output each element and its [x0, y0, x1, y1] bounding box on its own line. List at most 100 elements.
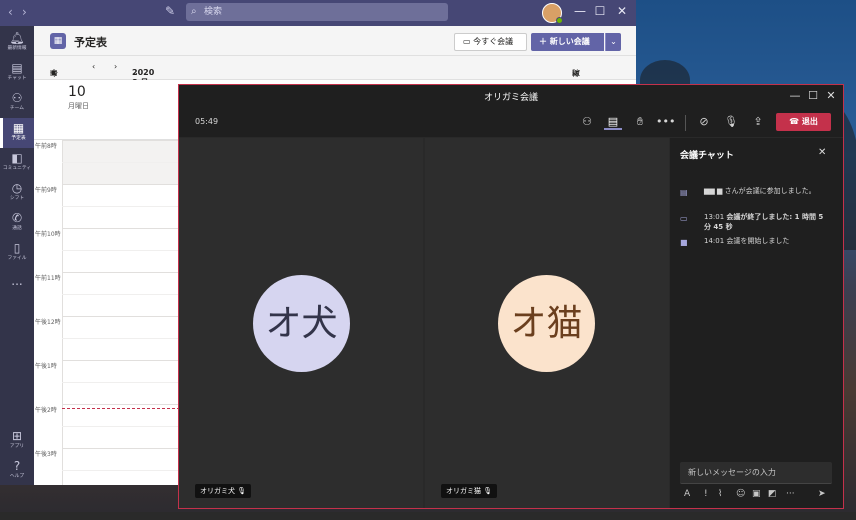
title-bar: ‹ › ✎ ⌕ 検索 — ☐ ✕ [0, 0, 636, 26]
attach-icon[interactable]: ⌇ [718, 489, 722, 499]
close-icon[interactable]: ✕ [818, 147, 826, 158]
minimize-button[interactable]: — [572, 4, 588, 18]
video-end-icon: ▭ [680, 214, 688, 223]
video-icon: ▭ [463, 37, 474, 46]
half-hour-line [62, 382, 180, 383]
compose-icon[interactable]: ✎ [165, 4, 175, 18]
new-meeting-button[interactable]: ＋ 新しい会議 [531, 33, 604, 51]
half-hour-line [62, 250, 180, 251]
back-arrow-icon[interactable]: ‹ [8, 5, 13, 19]
rail-item-help[interactable]: ? ヘルプ [0, 456, 34, 486]
file-icon: ▯ [13, 241, 21, 255]
format-icon[interactable]: A [684, 489, 690, 499]
meeting-window: オリガミ会議 — ☐ ✕ 05:49 ⚇ ▤ ✋︎ ••• ⊘ 🎙︎ ⇪ ☎︎ … [178, 84, 844, 509]
mic-icon: 🎙︎ [237, 487, 247, 495]
meeting-title: オリガミ会議 [483, 93, 538, 103]
participant-avatar: オ猫 [498, 275, 595, 372]
rail-item-activity[interactable]: 🔔︎ 最新情報 [0, 28, 34, 58]
rail-item-shifts[interactable]: ◷ シフト [0, 178, 34, 208]
minimize-button[interactable]: — [787, 89, 803, 102]
page-title: 予定表 [74, 36, 107, 49]
mic-off-icon[interactable]: 🎙︎ [722, 114, 740, 130]
chat-title: 会議チャット [680, 151, 734, 161]
calendar-nav: ▣ 今日 ‹ › 2020 8 月 ⌄ ▤ 稼働日 ⌄ [34, 56, 636, 100]
hour-line [62, 140, 180, 141]
mic-icon: 🎙︎ [483, 487, 493, 495]
chat-toolbar: A ! ⌇ ☺ ▣ ◩ ··· ➤ [680, 489, 832, 503]
send-icon[interactable]: ➤ [818, 489, 826, 499]
chat-event-text: ▆▆ ▆ さんが会議に参加しました。 [704, 187, 816, 195]
rail-item-label: ファイル [7, 255, 27, 261]
share-screen-icon[interactable]: ⇪ [749, 114, 767, 130]
hang-up-icon: ☎︎ [789, 117, 802, 126]
date-number: 10 [68, 84, 86, 100]
rail-item-teams[interactable]: ⚇ チーム [0, 88, 34, 118]
forward-arrow-icon[interactable]: › [22, 5, 27, 19]
chat-event-time: 14:01 [704, 237, 725, 245]
calendar-header: ▦ 予定表 ▭ 今すぐ会議 ＋ 新しい会議 ⌄ [34, 26, 636, 56]
chevron-down-icon: ⌄ [572, 68, 579, 77]
new-meeting-dropdown[interactable]: ⌄ [605, 33, 621, 51]
leave-button[interactable]: ☎︎ 退出 [776, 113, 831, 131]
more-icon[interactable]: ··· [786, 489, 795, 499]
half-hour-line [62, 294, 180, 295]
hour-label: 午前8時 [35, 143, 57, 150]
gif-icon[interactable]: ▣ [752, 489, 761, 499]
new-meeting-label: 新しい会議 [549, 37, 590, 46]
close-button[interactable]: ✕ [614, 4, 630, 18]
participant-tile[interactable]: オ猫 オリガミ猫 🎙︎ [425, 138, 669, 508]
sticker-icon[interactable]: ◩ [768, 489, 777, 499]
rail-item-label: アプリ [9, 443, 25, 449]
avatar[interactable] [542, 3, 563, 24]
rail-item-community[interactable]: ◧ コミュニティ [0, 148, 34, 178]
emoji-icon[interactable]: ☺ [736, 489, 745, 499]
meeting-timer: 05:49 [195, 117, 219, 126]
more-options-icon[interactable]: ••• [656, 114, 675, 130]
hour-line [62, 360, 180, 361]
close-button[interactable]: ✕ [823, 89, 839, 102]
hour-label: 午前10時 [35, 231, 61, 238]
rail-item-calendar[interactable]: ▦ 予定表 [0, 118, 34, 148]
rail-item-files[interactable]: ▯ ファイル [0, 238, 34, 268]
message-input[interactable]: 新しいメッセージの入力 [680, 462, 832, 484]
important-icon[interactable]: ! [704, 489, 708, 499]
maximize-button[interactable]: ☐ [592, 4, 608, 18]
plus-icon: ＋ [539, 37, 550, 46]
half-hour-line [62, 338, 180, 339]
prev-icon[interactable]: ‹ [92, 62, 95, 71]
calendar-icon: ▦ [12, 121, 25, 135]
participant-name: オリガミ猫 [446, 487, 481, 495]
raise-hand-icon[interactable]: ✋︎ [631, 114, 649, 130]
shifts-icon: ◷ [11, 181, 23, 195]
chevron-down-icon: ⌄ [132, 68, 139, 77]
join-icon: ▤ [680, 188, 688, 197]
participant-tile[interactable]: オ犬 オリガミ犬 🎙︎ [179, 138, 423, 508]
rail-item-calls[interactable]: ✆ 通話 [0, 208, 34, 238]
participants-icon[interactable]: ⚇ [578, 114, 596, 130]
current-time-line [62, 408, 180, 409]
hour-line [62, 184, 180, 185]
rail-item-label: チーム [9, 105, 25, 111]
next-icon[interactable]: › [114, 62, 117, 71]
taskbar [0, 512, 856, 520]
presence-badge [556, 17, 563, 24]
chat-icon[interactable]: ▤ [604, 114, 622, 130]
camera-off-icon[interactable]: ⊘ [695, 114, 713, 130]
rail-item-label: コミュニティ [2, 165, 32, 171]
rail-item-label: 最新情報 [7, 45, 27, 51]
meet-now-button[interactable]: ▭ 今すぐ会議 [454, 33, 527, 51]
chat-event-text: 14:01 会議を開始しました [704, 236, 832, 246]
maximize-button[interactable]: ☐ [805, 89, 821, 102]
chat-icon: ▤ [11, 61, 23, 75]
hour-label: 午後2時 [35, 407, 57, 414]
search-placeholder: 検索 [204, 7, 223, 17]
app-rail: 🔔︎ 最新情報 ▤ チャット ⚇ チーム ▦ 予定表 ◧ コミュニティ ◷ シフ… [0, 26, 34, 485]
rail-item-label: チャット [7, 75, 27, 81]
hour-label: 午後3時 [35, 451, 57, 458]
toolbar-divider [685, 115, 686, 131]
rail-item-chat[interactable]: ▤ チャット [0, 58, 34, 88]
rail-item-more[interactable]: ... [0, 271, 34, 301]
hour-label: 午前11時 [35, 275, 61, 282]
rail-item-apps[interactable]: ⊞ アプリ [0, 426, 34, 456]
search-input[interactable]: ⌕ 検索 [186, 3, 448, 21]
